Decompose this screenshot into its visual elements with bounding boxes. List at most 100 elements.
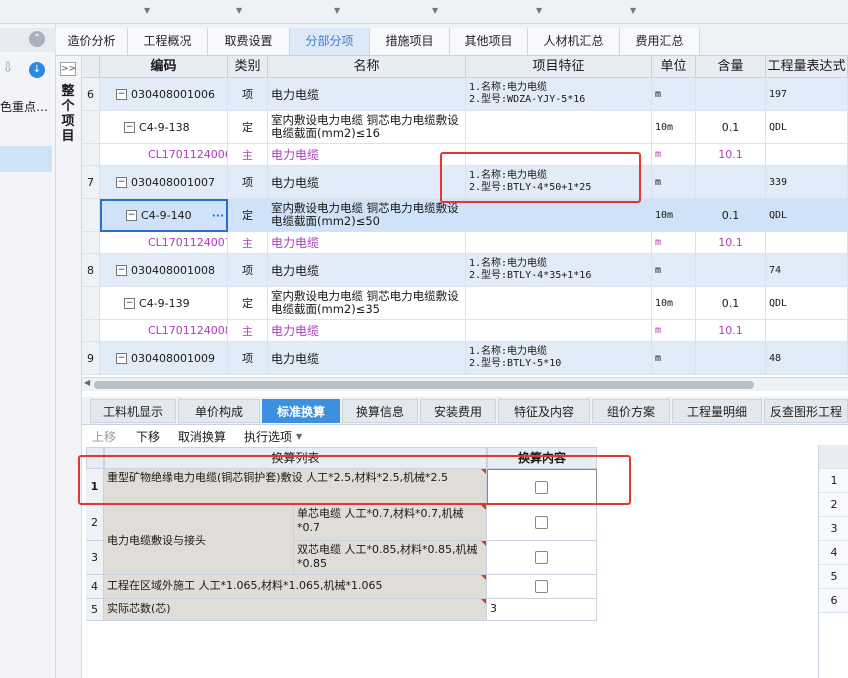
grid-cell-no[interactable] bbox=[82, 199, 100, 232]
tab-pricing-scheme[interactable]: 组价方案 bbox=[592, 399, 670, 423]
dropdown-caret-icon[interactable]: ▼ bbox=[630, 6, 636, 15]
right-mini-row[interactable]: 3 bbox=[819, 517, 848, 541]
grid-cell-qty[interactable]: 0.1 bbox=[696, 111, 766, 144]
right-mini-row[interactable]: 2 bbox=[819, 493, 848, 517]
grid-cell-no[interactable]: 7 bbox=[82, 166, 100, 199]
grid-cell-no[interactable]: 9 bbox=[82, 342, 100, 375]
tab-materials-display[interactable]: 工料机显示 bbox=[90, 399, 176, 423]
tree-collapse-icon[interactable]: − bbox=[116, 88, 127, 100]
grid-cell-name[interactable]: 室内敷设电力电缆 铜芯电力电缆敷设 电缆截面(mm2)≤50 bbox=[268, 199, 466, 232]
grid-cell-no[interactable] bbox=[82, 111, 100, 144]
grid-cell-feature[interactable] bbox=[466, 232, 652, 254]
tree-collapse-icon[interactable]: − bbox=[126, 210, 137, 221]
collapse-up-icon[interactable]: ⌃ bbox=[29, 31, 45, 47]
grid-cell-expr[interactable] bbox=[766, 320, 848, 342]
grid-cell-code[interactable]: −030408001006 bbox=[100, 78, 228, 111]
grid-cell-feature[interactable]: 1.名称:电力电缆 2.型号:WDZA-YJY-5*16 bbox=[466, 78, 652, 111]
expand-icon[interactable]: >> bbox=[60, 62, 76, 76]
grid-cell-unit[interactable]: 10m bbox=[652, 287, 696, 320]
dropdown-caret-icon[interactable]: ▼ bbox=[536, 6, 542, 15]
tree-collapse-icon[interactable]: − bbox=[124, 121, 135, 133]
conv-checkbox[interactable] bbox=[535, 516, 548, 529]
dropdown-caret-icon[interactable]: ▼ bbox=[334, 6, 340, 15]
column-header-code[interactable]: 编码 bbox=[100, 56, 228, 78]
tab-labor-material-summary[interactable]: 人材机汇总 bbox=[528, 28, 620, 55]
grid-cell-code[interactable]: −030408001007 bbox=[100, 166, 228, 199]
grid-cell-name[interactable]: 电力电缆 bbox=[268, 254, 466, 287]
grid-cell-name[interactable]: 电力电缆 bbox=[268, 320, 466, 342]
grid-cell-unit[interactable]: m bbox=[652, 342, 696, 375]
tab-quantity-detail[interactable]: 工程量明细 bbox=[672, 399, 762, 423]
grid-cell-code[interactable]: − C4-9-138 bbox=[100, 111, 228, 144]
grid-cell-type[interactable]: 主 bbox=[228, 144, 268, 166]
dropdown-caret-icon[interactable]: ▼ bbox=[236, 6, 242, 15]
more-icon[interactable]: ··· bbox=[212, 209, 225, 222]
download-icon[interactable]: ↓ bbox=[29, 62, 45, 78]
column-header-name[interactable]: 名称 bbox=[268, 56, 466, 78]
grid-cell-qty[interactable]: 10.1 bbox=[696, 144, 766, 166]
cancel-conversion-button[interactable]: 取消换算 bbox=[178, 428, 226, 445]
chevron-down-icon[interactable]: ▼ bbox=[296, 432, 302, 441]
grid-cell-unit[interactable]: m bbox=[652, 320, 696, 342]
scroll-left-icon[interactable]: ◀ bbox=[84, 378, 90, 387]
grid-cell-expr[interactable]: 74 bbox=[766, 254, 848, 287]
move-up-button[interactable]: 上移 bbox=[92, 428, 116, 445]
grid-cell-qty[interactable] bbox=[696, 78, 766, 111]
tree-collapse-icon[interactable]: − bbox=[116, 264, 127, 276]
grid-cell-name[interactable]: 电力电缆 bbox=[268, 342, 466, 375]
grid-cell-no[interactable] bbox=[82, 287, 100, 320]
column-header-quantity[interactable]: 含量 bbox=[696, 56, 766, 78]
right-mini-row[interactable]: 4 bbox=[819, 541, 848, 565]
grid-cell-qty[interactable]: 0.1 bbox=[696, 199, 766, 232]
grid-cell-no[interactable] bbox=[82, 144, 100, 166]
tab-cost-analysis[interactable]: 造价分析 bbox=[56, 28, 128, 55]
grid-cell-feature[interactable] bbox=[466, 287, 652, 320]
grid-cell-unit[interactable]: m bbox=[652, 144, 696, 166]
grid-cell-no[interactable] bbox=[82, 320, 100, 342]
grid-cell-name[interactable]: 电力电缆 bbox=[268, 144, 466, 166]
grid-cell-no[interactable]: 8 bbox=[82, 254, 100, 287]
grid-cell-code[interactable]: −030408001009 bbox=[100, 342, 228, 375]
dropdown-caret-icon[interactable]: ▼ bbox=[144, 6, 150, 15]
grid-cell-name[interactable]: 电力电缆 bbox=[268, 166, 466, 199]
scrollbar-thumb[interactable] bbox=[94, 381, 754, 389]
column-header-feature[interactable]: 项目特征 bbox=[466, 56, 652, 78]
grid-cell-qty[interactable]: 0.1 bbox=[696, 287, 766, 320]
grid-cell-feature[interactable]: 1.名称:电力电缆 2.型号:BTLY-5*10 bbox=[466, 342, 652, 375]
tab-features-content[interactable]: 特征及内容 bbox=[498, 399, 590, 423]
grid-cell-qty[interactable]: 10.1 bbox=[696, 320, 766, 342]
column-header-unit[interactable]: 单位 bbox=[652, 56, 696, 78]
tab-conversion-info[interactable]: 换算信息 bbox=[342, 399, 418, 423]
tree-collapse-icon[interactable]: − bbox=[116, 352, 127, 364]
grid-cell-expr[interactable] bbox=[766, 144, 848, 166]
grid-cell-feature[interactable] bbox=[466, 320, 652, 342]
grid-cell-no[interactable]: 6 bbox=[82, 78, 100, 111]
grid-cell-feature[interactable]: 1.名称:电力电缆 2.型号:BTLY-4*35+1*16 bbox=[466, 254, 652, 287]
tab-fee-summary[interactable]: 费用汇总 bbox=[620, 28, 700, 55]
grid-cell-expr[interactable]: 339 bbox=[766, 166, 848, 199]
grid-cell-code[interactable]: − C4-9-139 bbox=[100, 287, 228, 320]
grid-cell-qty[interactable] bbox=[696, 254, 766, 287]
grid-cell-expr[interactable]: 197 bbox=[766, 78, 848, 111]
tab-install-fee[interactable]: 安装费用 bbox=[420, 399, 496, 423]
grid-cell-unit[interactable]: m bbox=[652, 254, 696, 287]
grid-cell-expr[interactable]: QDL bbox=[766, 287, 848, 320]
grid-cell-feature[interactable] bbox=[466, 111, 652, 144]
tab-project-overview[interactable]: 工程概况 bbox=[128, 28, 208, 55]
grid-cell-code[interactable]: CL1701124007 bbox=[100, 232, 228, 254]
grid-cell-unit[interactable]: m bbox=[652, 166, 696, 199]
grid-cell-qty[interactable] bbox=[696, 342, 766, 375]
tree-collapse-icon[interactable]: − bbox=[124, 297, 135, 309]
right-mini-row[interactable]: 1 bbox=[819, 469, 848, 493]
grid-cell-name[interactable]: 电力电缆 bbox=[268, 232, 466, 254]
grid-cell-type[interactable]: 项 bbox=[228, 342, 268, 375]
grid-cell-code[interactable]: − C4-9-140 ··· bbox=[100, 199, 228, 232]
execute-options-button[interactable]: 执行选项 bbox=[244, 428, 292, 445]
horizontal-scrollbar[interactable]: ◀ bbox=[82, 377, 848, 391]
conv-value-cell[interactable]: 3 bbox=[487, 599, 597, 621]
conv-checkbox[interactable] bbox=[535, 580, 548, 593]
dropdown-caret-icon[interactable]: ▼ bbox=[432, 6, 438, 15]
grid-cell-name[interactable]: 室内敷设电力电缆 铜芯电力电缆敷设 电缆截面(mm2)≤16 bbox=[268, 111, 466, 144]
grid-cell-type[interactable]: 定 bbox=[228, 199, 268, 232]
grid-cell-unit[interactable]: m bbox=[652, 78, 696, 111]
